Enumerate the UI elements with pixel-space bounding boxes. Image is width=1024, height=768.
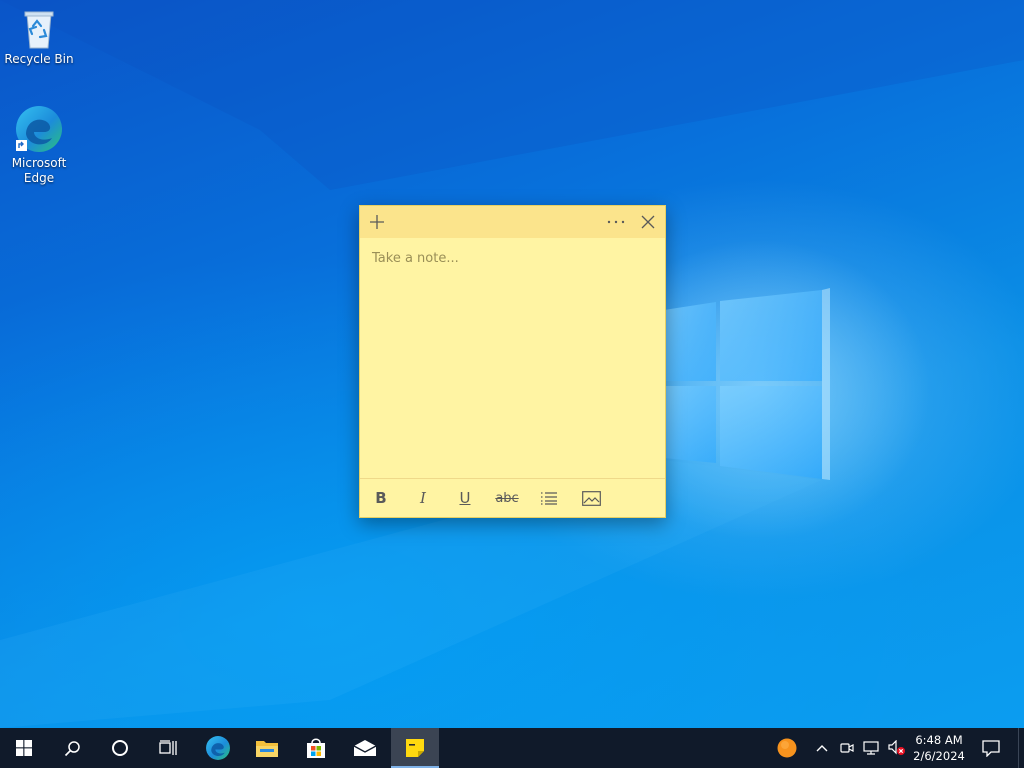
- taskbar-mail-button[interactable]: [341, 728, 389, 768]
- chevron-up-icon: [816, 745, 828, 752]
- edge-icon: [206, 736, 230, 760]
- show-desktop-button[interactable]: [1018, 728, 1024, 768]
- clock-time: 6:48 AM: [915, 733, 963, 747]
- formatting-toolbar: B I U abc: [360, 478, 665, 517]
- close-icon: [641, 215, 655, 229]
- bold-button[interactable]: B: [360, 479, 402, 517]
- network-button[interactable]: [859, 728, 883, 768]
- italic-button[interactable]: I: [402, 479, 444, 517]
- task-view-button[interactable]: [144, 728, 192, 768]
- taskbar-file-explorer-button[interactable]: [243, 728, 291, 768]
- action-center-button[interactable]: [968, 728, 1014, 768]
- clock[interactable]: 6:48 AM 2/6/2024: [910, 728, 968, 768]
- start-button[interactable]: [0, 728, 48, 768]
- sticky-notes-icon: [406, 739, 424, 757]
- search-icon: [64, 740, 80, 756]
- plus-icon: [370, 215, 384, 229]
- new-note-button[interactable]: [361, 206, 393, 238]
- notification-icon: [982, 739, 1000, 757]
- network-icon: [863, 741, 879, 755]
- sticky-note-window[interactable]: Take a note... B I U abc: [359, 205, 666, 518]
- taskbar-sticky-notes-button[interactable]: [391, 728, 439, 768]
- file-explorer-icon: [256, 741, 278, 757]
- meet-now-icon: [840, 743, 854, 753]
- recycle-bin-icon: [24, 11, 54, 49]
- note-placeholder: Take a note...: [372, 251, 459, 266]
- sticky-note-titlebar[interactable]: [360, 206, 665, 238]
- windows-icon: [16, 740, 32, 756]
- clock-date: 2/6/2024: [913, 749, 965, 763]
- taskbar: 6:48 AM 2/6/2024: [0, 728, 1024, 768]
- orange-circle-icon: [777, 738, 797, 758]
- bullet-list-button[interactable]: [528, 479, 570, 517]
- desktop-icon-label: Microsoft Edge: [11, 156, 67, 185]
- mail-icon: [353, 740, 377, 756]
- taskbar-store-button[interactable]: [292, 728, 340, 768]
- desktop-icon-recycle-bin[interactable]: Recycle Bin: [1, 6, 77, 67]
- edge-icon: [16, 106, 62, 152]
- bullet-list-icon: [541, 492, 557, 505]
- menu-button[interactable]: [600, 206, 632, 238]
- add-image-button[interactable]: [570, 479, 612, 517]
- task-view-icon: [159, 740, 177, 755]
- meet-now-button[interactable]: [836, 728, 858, 768]
- show-hidden-icons-button[interactable]: [810, 728, 834, 768]
- more-icon: [607, 220, 625, 224]
- note-text-area[interactable]: Take a note...: [360, 238, 665, 478]
- tray-app-button[interactable]: [763, 728, 811, 768]
- desktop-icon-microsoft-edge[interactable]: Microsoft Edge: [1, 104, 77, 186]
- strikethrough-button[interactable]: abc: [486, 479, 528, 517]
- cortana-button[interactable]: [96, 728, 144, 768]
- store-icon: [307, 738, 325, 758]
- underline-button[interactable]: U: [444, 479, 486, 517]
- desktop: Recycle Bin Microsoft Edge Take a note..…: [0, 0, 1024, 728]
- cortana-icon: [112, 740, 128, 756]
- volume-muted-icon: [888, 740, 905, 755]
- search-button[interactable]: [48, 728, 96, 768]
- image-icon: [581, 490, 601, 506]
- desktop-icon-label: Recycle Bin: [4, 52, 74, 66]
- volume-button[interactable]: [884, 728, 910, 768]
- close-button[interactable]: [632, 206, 664, 238]
- taskbar-edge-button[interactable]: [194, 728, 242, 768]
